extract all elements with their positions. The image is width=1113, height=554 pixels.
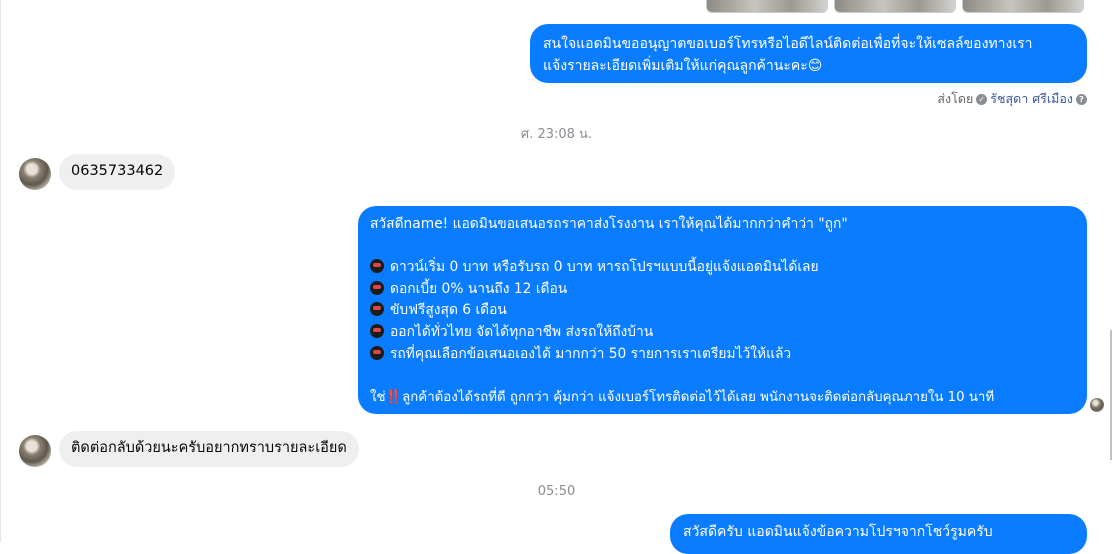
offer-bullet-text: ออกได้ทั่วไทย จัดได้ทุกอาชีพ ส่งรถให้ถึง… xyxy=(390,323,654,340)
attachment-thumbnail[interactable] xyxy=(706,0,828,13)
message-text-line: สวัสดีครับ แอดมินแจ้งข้อความโปรฯจากโชว์ร… xyxy=(683,524,993,540)
car-emoji-icon xyxy=(370,259,384,274)
car-emoji-icon xyxy=(370,323,384,338)
sent-by-indicator: ส่งโดย ✓ รัชสุดา ศรีเมือง ? xyxy=(937,89,1087,109)
incoming-message-bubble[interactable]: 0635733462 xyxy=(59,154,176,190)
incoming-message-bubble[interactable]: ติดต่อกลับด้วยนะครับอยากทราบรายละเอียด xyxy=(59,431,359,467)
panel-left-border xyxy=(0,0,1,542)
attachment-thumbnail[interactable] xyxy=(962,0,1084,13)
double-exclamation-icon: ‼️ xyxy=(385,389,403,405)
car-emoji-icon xyxy=(370,280,384,295)
contact-avatar[interactable] xyxy=(19,158,51,190)
seen-avatar xyxy=(1090,398,1104,412)
offer-bullet: ดอกเบี้ย 0% นานถึง 12 เดือน xyxy=(370,279,1077,301)
outgoing-message-bubble[interactable]: สนใจแอดมินขออนุญาตขอเบอร์โทรหรือไอดีไลน์… xyxy=(530,24,1087,83)
car-emoji-icon xyxy=(370,345,384,360)
sender-name-link[interactable]: รัชสุดา ศรีเมือง xyxy=(990,89,1073,109)
message-text-line: แจ้งรายละเอียดเพิ่มเติมให้แก่คุณลูกค้านะ… xyxy=(543,58,823,74)
message-text-line: สนใจแอดมินขออนุญาตขอเบอร์โทรหรือไอดีไลน์… xyxy=(543,36,1033,52)
contact-avatar[interactable] xyxy=(19,435,51,467)
question-circle-icon[interactable]: ? xyxy=(1076,93,1087,105)
closing-prefix: ใช่ xyxy=(370,389,386,405)
offer-bullet: ออกได้ทั่วไทย จัดได้ทุกอาชีพ ส่งรถให้ถึง… xyxy=(370,322,1077,344)
offer-bullet: ดาวน์เริ่ม 0 บาท หรือรับรถ 0 บาท หารถโปร… xyxy=(370,257,1077,279)
previous-image-attachments[interactable] xyxy=(706,0,1084,14)
outgoing-message-bubble[interactable]: สวัสดีครับ แอดมินแจ้งข้อความโปรฯจากโชว์ร… xyxy=(670,514,1087,554)
message-text: ติดต่อกลับด้วยนะครับอยากทราบรายละเอียด xyxy=(71,440,347,456)
conversation-timestamp: ศ. 23:08 น. xyxy=(520,127,593,142)
sent-by-prefix: ส่งโดย xyxy=(937,91,974,106)
offer-bullet-text: รถที่คุณเลือกข้อเสนอเองได้ มากกว่า 50 รา… xyxy=(390,345,792,362)
message-intro: สวัสดีname! แอดมินขอเสนอรถราคาส่งโรงงาน … xyxy=(370,216,848,232)
outgoing-message-bubble[interactable]: สวัสดีname! แอดมินขอเสนอรถราคาส่งโรงงาน … xyxy=(358,206,1087,414)
check-circle-icon: ✓ xyxy=(976,93,988,105)
offer-bullet-text: ขับฟรีสูงสุด 6 เดือน xyxy=(390,302,507,319)
offer-bullet-text: ดาวน์เริ่ม 0 บาท หรือรับรถ 0 บาท หารถโปร… xyxy=(390,259,819,276)
attachment-thumbnail[interactable] xyxy=(834,0,956,13)
message-text: 0635733462 xyxy=(71,163,164,179)
conversation-timestamp: 05:50 xyxy=(537,484,576,499)
car-emoji-icon xyxy=(370,302,384,317)
offer-bullet-text: ดอกเบี้ย 0% นานถึง 12 เดือน xyxy=(390,280,568,297)
closing-text: ลูกค้าต้องได้รถที่ดี ถูกกว่า คุ้มกว่า แจ… xyxy=(402,389,995,405)
message-closing: ใช่‼️ลูกค้าต้องได้รถที่ดี ถูกกว่า คุ้มกว… xyxy=(370,387,1077,409)
offer-bullet: ขับฟรีสูงสุด 6 เดือน xyxy=(370,300,1077,322)
offer-bullet: รถที่คุณเลือกข้อเสนอเองได้ มากกว่า 50 รา… xyxy=(370,344,1077,366)
scrollbar-thumb[interactable] xyxy=(1110,330,1112,460)
